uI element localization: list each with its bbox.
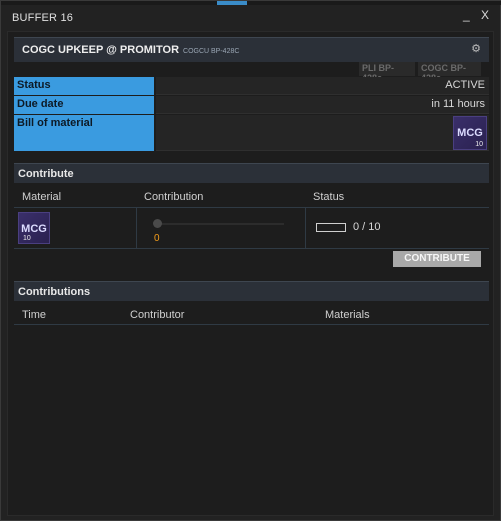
contribution-slider-track[interactable] bbox=[154, 223, 284, 225]
contributions-header-divider bbox=[14, 324, 489, 325]
buffer-window: BUFFER 16 _ X COGC UPKEEP @ PROMITOR COG… bbox=[0, 0, 501, 521]
material-tile-mcg[interactable]: MCG 10 bbox=[453, 116, 487, 150]
contribute-table-header: Material Contribution Status bbox=[14, 188, 489, 206]
tag-pli[interactable]: PLI BP-428c bbox=[359, 62, 415, 83]
contributions-section-header: Contributions bbox=[14, 281, 489, 301]
material-ticker: MCG bbox=[21, 223, 47, 235]
material-amount: 10 bbox=[475, 141, 483, 148]
status-value: ACTIVE bbox=[156, 77, 489, 95]
gear-icon[interactable]: ⚙ bbox=[471, 42, 481, 55]
contributions-table-header: Time Contributor Materials bbox=[14, 306, 489, 324]
contribute-button[interactable]: CONTRIBUTE bbox=[393, 251, 481, 267]
material-tile-mcg[interactable]: MCG 10 bbox=[18, 212, 50, 244]
minimize-button[interactable]: _ bbox=[463, 8, 470, 22]
column-divider bbox=[305, 208, 306, 248]
header-subtitle: COGCU BP-428C bbox=[183, 47, 240, 55]
tag-cogc[interactable]: COGC BP-428c bbox=[418, 62, 481, 83]
bill-of-material-label: Bill of material bbox=[14, 115, 154, 151]
material-ticker: MCG bbox=[457, 127, 483, 139]
due-date-row: Due date in 11 hours bbox=[14, 96, 489, 114]
close-button[interactable]: X bbox=[481, 8, 489, 22]
col-time: Time bbox=[22, 309, 47, 321]
contract-header: COGC UPKEEP @ PROMITOR COGCU BP-428C ⚙ bbox=[14, 37, 489, 62]
header-title: COGC UPKEEP @ PROMITOR bbox=[22, 44, 180, 56]
due-date-label: Due date bbox=[14, 96, 154, 114]
due-date-value: in 11 hours bbox=[156, 96, 489, 114]
material-amount: 10 bbox=[23, 235, 31, 242]
column-divider bbox=[136, 208, 137, 248]
col-status: Status bbox=[313, 191, 345, 203]
col-contributor: Contributor bbox=[130, 309, 185, 321]
contribute-row: MCG 10 0 0 / 10 bbox=[14, 207, 489, 249]
window-title: BUFFER 16 bbox=[12, 12, 74, 24]
bill-of-material-row: Bill of material MCG 10 bbox=[14, 115, 489, 151]
contributions-section-title: Contributions bbox=[18, 285, 91, 298]
contribute-section-title: Contribute bbox=[18, 167, 74, 180]
window-titlebar[interactable]: BUFFER 16 _ X bbox=[1, 5, 500, 31]
contribute-section-header: Contribute bbox=[14, 163, 489, 183]
contribution-slider-handle[interactable] bbox=[153, 219, 162, 228]
col-materials: Materials bbox=[325, 309, 370, 321]
col-contribution: Contribution bbox=[144, 191, 204, 203]
contribution-status-text: 0 / 10 bbox=[353, 221, 381, 233]
status-row: Status ACTIVE bbox=[14, 77, 489, 95]
window-content: COGC UPKEEP @ PROMITOR COGCU BP-428C ⚙ P… bbox=[7, 31, 494, 516]
bill-of-material-value: MCG 10 bbox=[156, 115, 489, 151]
col-material: Material bbox=[22, 191, 62, 203]
status-label: Status bbox=[14, 77, 154, 95]
contribution-progress-bar bbox=[316, 223, 346, 232]
contribution-value: 0 bbox=[154, 233, 160, 244]
